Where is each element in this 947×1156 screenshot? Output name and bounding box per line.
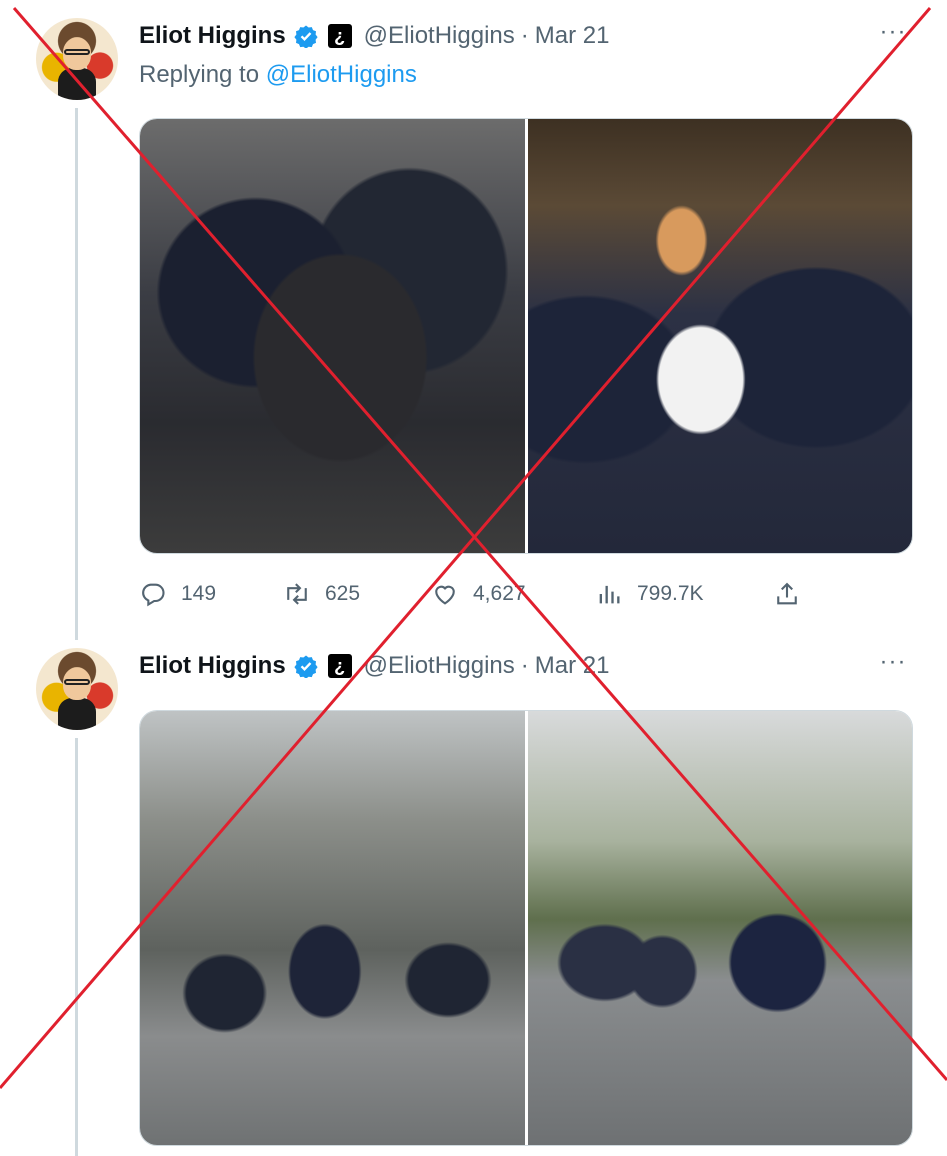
verified-badge-icon[interactable] xyxy=(294,654,318,678)
tweet-date[interactable]: Mar 21 xyxy=(535,652,610,680)
photo[interactable] xyxy=(527,119,912,553)
retweet-button[interactable]: 625 xyxy=(283,580,431,608)
like-button[interactable]: 4,627 xyxy=(431,580,595,608)
share-button[interactable] xyxy=(773,580,801,608)
question-mark-badge-icon[interactable]: ¿ xyxy=(327,654,352,678)
retweet-icon xyxy=(287,583,307,605)
separator: · xyxy=(520,22,529,49)
reply-prefix: Replying to xyxy=(139,61,260,88)
retweet-count: 625 xyxy=(325,582,361,605)
views-button[interactable]: 799.7K xyxy=(595,580,773,608)
tweet-date[interactable]: Mar 21 xyxy=(535,22,610,50)
thread-connector-line xyxy=(75,108,78,640)
like-count: 4,627 xyxy=(473,582,526,605)
tweet-header: Eliot Higgins ¿ @EliotHiggins · Mar 21 ·… xyxy=(139,650,909,682)
heart-icon xyxy=(435,585,455,605)
views-bar-chart-icon xyxy=(599,585,620,604)
display-name[interactable]: Eliot Higgins xyxy=(139,22,286,50)
handle[interactable]: @EliotHiggins xyxy=(364,22,515,50)
photo[interactable] xyxy=(527,711,912,1145)
display-name[interactable]: Eliot Higgins xyxy=(139,652,286,680)
tweet-media[interactable] xyxy=(139,118,913,554)
photo[interactable] xyxy=(140,711,525,1145)
share-icon xyxy=(777,582,797,605)
verified-badge-icon[interactable] xyxy=(294,24,318,48)
reply-icon xyxy=(142,583,165,607)
more-horizontal-icon[interactable]: ··· xyxy=(877,650,909,682)
avatar[interactable] xyxy=(36,648,118,730)
thread-connector-line xyxy=(75,738,78,1156)
replying-to: Replying to @EliotHiggins xyxy=(139,61,417,89)
photo[interactable] xyxy=(140,119,525,553)
reply-to-link[interactable]: @EliotHiggins xyxy=(266,61,417,88)
question-mark-badge-icon[interactable]: ¿ xyxy=(327,24,352,48)
reply-button[interactable]: 149 xyxy=(139,580,283,608)
tweet-media[interactable] xyxy=(139,710,913,1146)
more-horizontal-icon[interactable]: ··· xyxy=(877,20,909,52)
reply-count: 149 xyxy=(181,582,217,605)
separator: · xyxy=(520,652,529,679)
tweet-header: Eliot Higgins ¿ @EliotHiggins · Mar 21 ·… xyxy=(139,20,909,52)
view-count: 799.7K xyxy=(637,582,704,605)
handle[interactable]: @EliotHiggins xyxy=(364,652,515,680)
avatar[interactable] xyxy=(36,18,118,100)
tweet-actions: 149 625 4,627 799.7K xyxy=(139,574,819,614)
